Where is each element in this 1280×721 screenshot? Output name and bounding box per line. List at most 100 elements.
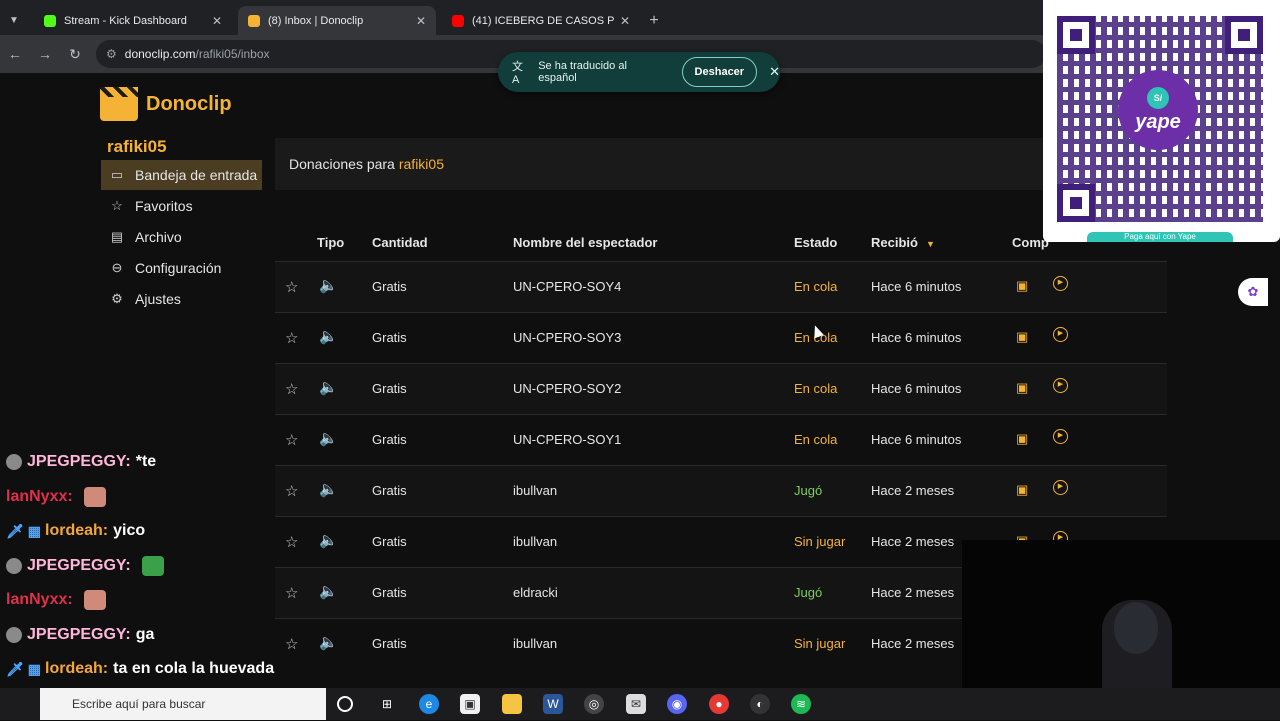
column-recibio[interactable]: Recibió ▼ xyxy=(871,235,935,250)
translate-toast: 文A Se ha traducido al español Deshacer ✕ xyxy=(498,52,780,92)
user-badge-icon: ▦ xyxy=(28,523,41,540)
column-nombre[interactable]: Nombre del espectador xyxy=(513,235,658,250)
task-view-icon[interactable]: ⊞ xyxy=(377,694,397,714)
audio-type-icon: 🔈 xyxy=(319,378,338,396)
store-icon[interactable]: ▣ xyxy=(460,694,480,714)
close-toast-icon[interactable]: ✕ xyxy=(769,64,780,80)
queue-icon[interactable]: ▣ xyxy=(1016,380,1028,396)
reload-icon[interactable]: ↻ xyxy=(60,46,90,63)
sidebar-item-favorites[interactable]: ☆ Favoritos xyxy=(101,191,262,221)
table-row[interactable]: ☆🔈GratisUN-CPERO-SOY4En colaHace 6 minut… xyxy=(275,261,1167,312)
close-tab-icon[interactable]: ✕ xyxy=(620,14,630,28)
favorite-star-icon[interactable]: ☆ xyxy=(285,329,298,347)
tab-donoclip[interactable]: (8) Inbox | Donoclip ✕ xyxy=(238,6,436,35)
clapperboard-icon xyxy=(100,87,138,121)
chat-username: lordeah: xyxy=(45,522,108,540)
chat-message: lanNyxx: xyxy=(0,583,330,618)
sort-desc-icon: ▼ xyxy=(926,239,935,249)
status-cell: Sin jugar xyxy=(794,636,845,651)
tab-youtube[interactable]: (41) ICEBERG DE CASOS PERTUR ✕ xyxy=(442,6,640,35)
play-icon[interactable]: ▶ xyxy=(1053,480,1068,495)
inbox-icon: ▭ xyxy=(108,167,126,183)
discord-icon[interactable]: ◉ xyxy=(667,694,687,714)
viewer-name-cell: UN-CPERO-SOY1 xyxy=(513,432,621,447)
back-icon[interactable]: ← xyxy=(0,46,30,62)
queue-icon[interactable]: ▣ xyxy=(1016,329,1028,345)
chat-username: JPEGPEGGY: xyxy=(27,626,131,644)
chat-username: JPEGPEGGY: xyxy=(27,453,131,471)
column-recibio-label: Recibió xyxy=(871,235,918,250)
play-icon[interactable]: ▶ xyxy=(1053,429,1068,444)
chat-message: lanNyxx: xyxy=(0,480,330,515)
tab-title: (8) Inbox | Donoclip xyxy=(268,15,410,27)
user-badge-icon: ▦ xyxy=(28,661,41,678)
play-icon[interactable]: ▶ xyxy=(1053,378,1068,393)
yape-logo: S/ yape xyxy=(1118,70,1198,150)
link-icon: ⊖ xyxy=(108,260,126,276)
undo-translate-button[interactable]: Deshacer xyxy=(682,57,758,87)
play-icon[interactable]: ▶ xyxy=(1053,276,1068,291)
queue-icon[interactable]: ▣ xyxy=(1016,482,1028,498)
received-cell: Hace 2 meses xyxy=(871,636,954,651)
currency-badge: S/ xyxy=(1147,87,1169,109)
close-tab-icon[interactable]: ✕ xyxy=(212,14,222,28)
sidebar-item-settings[interactable]: ⚙ Ajustes xyxy=(101,284,262,314)
tab-search-icon[interactable]: ▼ xyxy=(0,6,28,35)
tab-kick[interactable]: Stream - Kick Dashboard ✕ xyxy=(34,6,232,35)
status-cell: En cola xyxy=(794,381,837,396)
column-cantidad[interactable]: Cantidad xyxy=(372,235,428,250)
queue-icon[interactable]: ▣ xyxy=(1016,431,1028,447)
extension-icon[interactable]: ✿ xyxy=(1238,278,1268,306)
audio-type-icon: 🔈 xyxy=(319,327,338,345)
close-tab-icon[interactable]: ✕ xyxy=(416,14,426,28)
chat-username: lanNyxx: xyxy=(6,488,73,506)
chrome-icon[interactable]: ● xyxy=(709,694,729,714)
site-info-icon[interactable]: ⚙ xyxy=(106,47,117,61)
sidebar-item-configuration[interactable]: ⊖ Configuración xyxy=(101,253,262,283)
table-row[interactable]: ☆🔈GratisUN-CPERO-SOY1En colaHace 6 minut… xyxy=(275,414,1167,465)
viewer-name-cell: UN-CPERO-SOY3 xyxy=(513,330,621,345)
sidebar-item-label: Configuración xyxy=(135,260,221,276)
frog-emote-icon xyxy=(142,556,164,576)
received-cell: Hace 2 meses xyxy=(871,585,954,600)
play-icon[interactable]: ▶ xyxy=(1053,327,1068,342)
user-badge-icon xyxy=(6,454,22,470)
forward-icon[interactable]: → xyxy=(30,46,60,62)
qr-finder-icon xyxy=(1057,184,1095,222)
qr-finder-icon xyxy=(1225,16,1263,54)
donoclip-logo[interactable]: Donoclip xyxy=(100,87,232,121)
cortana-icon[interactable] xyxy=(337,696,353,712)
url-path: /rafiki05/inbox xyxy=(195,47,269,61)
sidebar-item-label: Ajustes xyxy=(135,291,181,307)
amount-cell: Gratis xyxy=(372,330,407,345)
word-icon[interactable]: W xyxy=(543,694,563,714)
windows-taskbar: Escribe aquí para buscar ⊞ e ▣ W ◎ ✉ ◉ ●… xyxy=(0,688,1280,720)
chat-text: ga xyxy=(136,626,155,644)
panel-title: Donaciones para rafiki05 xyxy=(275,138,1045,190)
amount-cell: Gratis xyxy=(372,483,407,498)
queue-icon[interactable]: ▣ xyxy=(1016,278,1028,294)
streamer-head xyxy=(1114,602,1158,654)
column-tipo[interactable]: Tipo xyxy=(317,235,344,250)
favorite-star-icon[interactable]: ☆ xyxy=(285,380,298,398)
amount-cell: Gratis xyxy=(372,381,407,396)
table-row[interactable]: ☆🔈GratisUN-CPERO-SOY3En colaHace 6 minut… xyxy=(275,312,1167,363)
mail-icon[interactable]: ✉ xyxy=(626,694,646,714)
new-tab-button[interactable]: + xyxy=(640,6,668,35)
chat-text: *te xyxy=(136,453,156,471)
panel-title-user: rafiki05 xyxy=(399,156,444,172)
file-explorer-icon[interactable] xyxy=(502,694,522,714)
audio-type-icon: 🔈 xyxy=(319,276,338,294)
table-row[interactable]: ☆🔈GratisUN-CPERO-SOY2En colaHace 6 minut… xyxy=(275,363,1167,414)
taskbar-search[interactable]: Escribe aquí para buscar xyxy=(40,688,326,720)
favorite-star-icon[interactable]: ☆ xyxy=(285,278,298,296)
column-estado[interactable]: Estado xyxy=(794,235,837,250)
sidebar-item-inbox[interactable]: ▭ Bandeja de entrada xyxy=(101,160,262,190)
edge-icon[interactable]: e xyxy=(419,694,439,714)
table-row[interactable]: ☆🔈GratisibullvanJugóHace 2 meses▣▶ xyxy=(275,465,1167,516)
obs-icon[interactable]: ◐ xyxy=(750,694,770,714)
tab-title: (41) ICEBERG DE CASOS PERTUR xyxy=(472,15,614,27)
spotify-icon[interactable]: ≋ xyxy=(791,694,811,714)
sidebar-item-archive[interactable]: ▤ Archivo xyxy=(101,222,262,252)
app-icon[interactable]: ◎ xyxy=(584,694,604,714)
